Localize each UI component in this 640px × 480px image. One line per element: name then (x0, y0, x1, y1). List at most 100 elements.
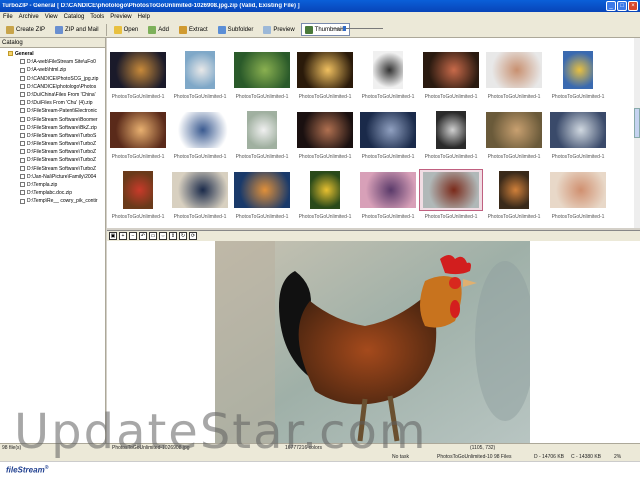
thumbnail-item[interactable]: PhotosToGoUnlimited-1 (169, 50, 231, 112)
zip-file-icon (20, 59, 25, 65)
catalog-item[interactable]: D:\CANDICE\photologo\Photos (0, 83, 105, 91)
maximize-button[interactable]: □ (617, 1, 627, 11)
catalog-item[interactable]: D:\FileStream-Patent\Electronic (0, 107, 105, 115)
thumbnail-item[interactable]: PhotosToGoUnlimited-1 (294, 170, 356, 232)
subfolder-label: Subfolder (227, 26, 254, 33)
thumbnail-image (231, 50, 293, 90)
title-bar[interactable]: TurboZIP - General [ D:\CANDICE\photolog… (0, 0, 640, 12)
tree-root-general[interactable]: General (0, 50, 105, 58)
zip-file-icon (20, 83, 25, 89)
preview-button[interactable]: Preview (259, 23, 298, 36)
catalog-item-label: D:\A-web\FileStream Site\uFo0 (27, 59, 96, 66)
thumbnail-image (169, 50, 231, 90)
catalog-item[interactable]: D:\FileStream Software\TurboZ (0, 156, 105, 164)
thumbnail-scrollbar[interactable] (634, 38, 640, 228)
create-zip-button[interactable]: Create ZIP (2, 23, 49, 36)
thumbnail-image (420, 110, 482, 150)
catalog-item[interactable]: D:\FileStream Software\Boomer (0, 116, 105, 124)
thumbnail-item[interactable]: PhotosToGoUnlimited-1 (420, 50, 482, 112)
thumbnail-item[interactable]: PhotosToGoUnlimited-1 (483, 50, 545, 112)
menu-bar: File Archive View Catalog Tools Preview … (0, 12, 640, 22)
undo-icon[interactable]: ↶ (139, 232, 147, 240)
thumbnail-item[interactable]: PhotosToGoUnlimited-1 (107, 50, 169, 112)
catalog-item[interactable]: D:\Templabc.doc.zip (0, 189, 105, 197)
rotate-icon[interactable]: ↻ (179, 232, 187, 240)
flip-horizontal-icon[interactable]: ⇔ (159, 232, 167, 240)
zip-file-icon (20, 108, 25, 114)
thumbnail-caption: PhotosToGoUnlimited-1 (424, 214, 478, 220)
thumbnail-item[interactable]: PhotosToGoUnlimited-1 (420, 110, 482, 172)
catalog-item[interactable]: D:\A-web\html.zip (0, 66, 105, 74)
slider-track (333, 28, 383, 29)
catalog-item[interactable]: D:\Du\China\Files From 'China' (0, 91, 105, 99)
menu-preview[interactable]: Preview (110, 14, 131, 20)
catalog-item[interactable]: D:\FileStream Software\TurboZ (0, 148, 105, 156)
thumbnail-item[interactable]: PhotosToGoUnlimited-1 (231, 110, 293, 172)
zoom-in-icon[interactable]: + (119, 232, 127, 240)
status-file-count: 98 file(s) (2, 445, 22, 451)
add-button[interactable]: Add (144, 23, 173, 36)
thumbnail-item[interactable]: PhotosToGoUnlimited-1 (231, 170, 293, 232)
menu-tools[interactable]: Tools (90, 14, 104, 20)
refresh-icon[interactable]: ⟳ (189, 232, 197, 240)
thumbnail-item[interactable]: PhotosToGoUnlimited-1 (169, 170, 231, 232)
catalog-item-label: D:\FileStream Software\TurboZ (27, 141, 97, 148)
menu-archive[interactable]: Archive (19, 14, 39, 20)
thumbnail-caption: PhotosToGoUnlimited-1 (298, 214, 352, 220)
thumbnail-item[interactable]: PhotosToGoUnlimited-1 (169, 110, 231, 172)
thumbnail-item[interactable]: PhotosToGoUnlimited-1 (357, 50, 419, 112)
thumbnail-image (231, 110, 293, 150)
catalog-item[interactable]: D:\FileStream Software\BkZ.zip (0, 124, 105, 132)
catalog-item[interactable]: D:\FileStream Software\TurboZ (0, 140, 105, 148)
catalog-item[interactable]: D:\Jan-Nai\Picture\Family\2004 (0, 173, 105, 181)
thumbnail-item[interactable]: PhotosToGoUnlimited-1 (107, 110, 169, 172)
thumbnail-caption: PhotosToGoUnlimited-1 (361, 214, 415, 220)
thumbnail-image (420, 50, 482, 90)
subfolder-button[interactable]: Subfolder (214, 23, 258, 36)
thumbnail-caption: PhotosToGoUnlimited-1 (298, 154, 352, 160)
app-window: TurboZIP - General [ D:\CANDICE\photolog… (0, 0, 640, 480)
catalog-item[interactable]: D:\Templa.zip (0, 181, 105, 189)
minimize-button[interactable]: _ (606, 1, 616, 11)
zoom-out-icon[interactable]: − (129, 232, 137, 240)
catalog-item[interactable]: D:\Temp\Re__ cowry_pik_contir (0, 197, 105, 205)
thumbnail-item[interactable]: PhotosToGoUnlimited-1 (294, 110, 356, 172)
thumbnail-item[interactable]: PhotosToGoUnlimited-1 (107, 170, 169, 232)
thumbnail-item[interactable]: PhotosToGoUnlimited-1 (483, 110, 545, 172)
catalog-item[interactable]: D:\FileStream Software\TurboS (0, 132, 105, 140)
thumbnail-item[interactable]: PhotosToGoUnlimited-1 (419, 169, 483, 232)
thumbnail-size-slider[interactable] (333, 26, 383, 32)
select-icon[interactable]: ▭ (149, 232, 157, 240)
thumbnail-item[interactable]: PhotosToGoUnlimited-1 (231, 50, 293, 112)
catalog-header: Catalog (0, 38, 105, 48)
thumbnail-item[interactable]: PhotosToGoUnlimited-1 (483, 170, 545, 232)
slider-thumb[interactable] (343, 26, 346, 31)
catalog-item-label: D:\Templa.zip (27, 182, 58, 188)
folder-icon (8, 51, 13, 57)
thumbnail-item[interactable]: PhotosToGoUnlimited-1 (294, 50, 356, 112)
thumbnail-item[interactable]: PhotosToGoUnlimited-1 (357, 110, 419, 172)
flip-vertical-icon[interactable]: ⇕ (169, 232, 177, 240)
thumbnail-item[interactable]: PhotosToGoUnlimited-1 (547, 110, 609, 172)
fit-icon[interactable]: ▣ (109, 232, 117, 240)
menu-catalog[interactable]: Catalog (64, 14, 85, 20)
catalog-item[interactable]: D:\A-web\FileStream Site\uFo0 (0, 58, 105, 66)
thumbnail-item[interactable]: PhotosToGoUnlimited-1 (357, 170, 419, 232)
menu-file[interactable]: File (3, 14, 13, 20)
catalog-item[interactable]: D:\CANDICE\PhotoSCG_jpg.zip (0, 75, 105, 83)
zip-mail-button[interactable]: ZIP and Mail (51, 23, 103, 36)
menu-view[interactable]: View (45, 14, 58, 20)
open-button[interactable]: Open (110, 23, 143, 36)
thumbnail-picture (550, 172, 606, 208)
scrollbar-thumb[interactable] (634, 108, 640, 138)
thumbnail-caption: PhotosToGoUnlimited-1 (235, 154, 289, 160)
thumbnail-item[interactable]: PhotosToGoUnlimited-1 (547, 50, 609, 112)
catalog-item[interactable]: D:\FileStream Software\TurboZ (0, 165, 105, 173)
catalog-item[interactable]: D:\Du\Files From 'Chu' (4).zip (0, 99, 105, 107)
thumbnail-caption: PhotosToGoUnlimited-1 (173, 214, 227, 220)
menu-help[interactable]: Help (138, 14, 150, 20)
thumbnail-picture (499, 171, 529, 209)
extract-button[interactable]: Extract (175, 23, 212, 36)
thumbnail-item[interactable]: PhotosToGoUnlimited-1 (547, 170, 609, 232)
close-button[interactable]: × (628, 1, 638, 11)
